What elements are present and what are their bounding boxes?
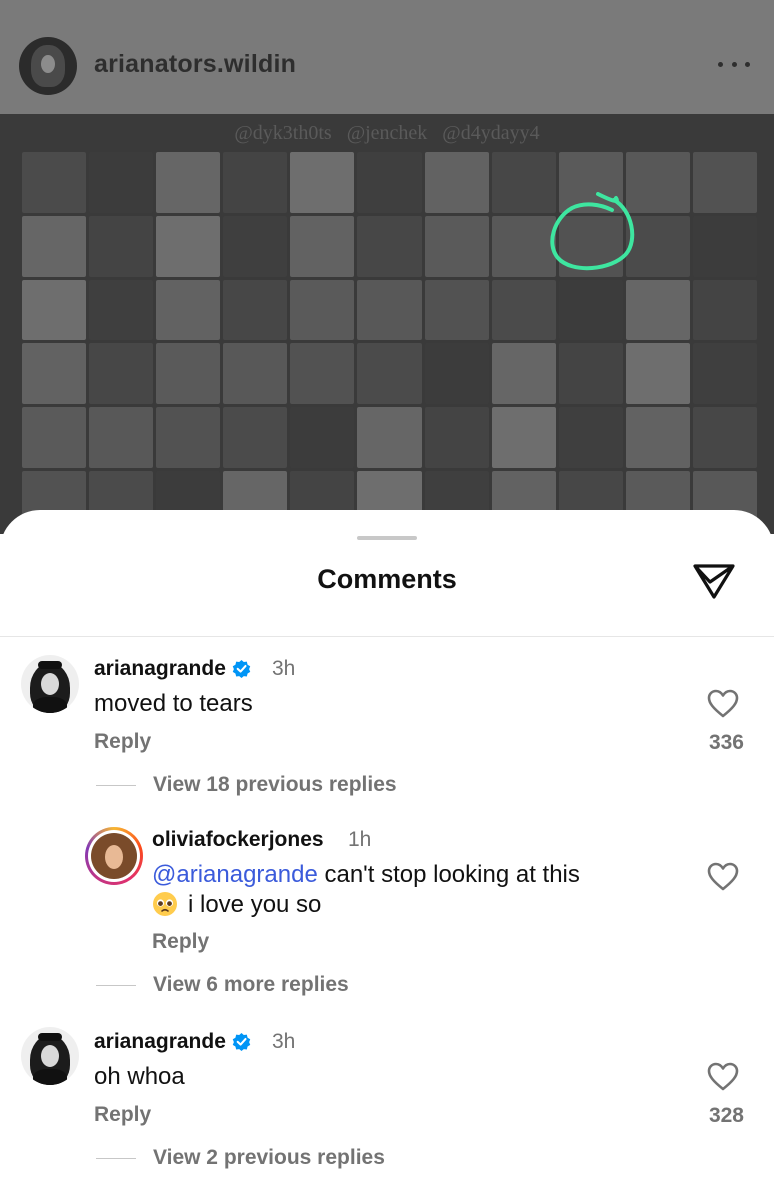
avatar[interactable] — [85, 827, 143, 885]
collage-tile — [692, 407, 757, 469]
collage-tile — [290, 407, 355, 469]
collage-tile — [89, 215, 154, 277]
collage-tile — [223, 279, 288, 341]
collage-tile — [156, 279, 221, 341]
collage-tile — [625, 407, 690, 469]
collage-tile — [156, 407, 221, 469]
collage-tile — [357, 407, 422, 469]
replies-divider — [96, 1158, 136, 1159]
comment-username[interactable]: oliviafockerjones — [152, 828, 324, 852]
comment-username[interactable]: arianagrande — [94, 657, 251, 681]
collage-tile — [89, 407, 154, 469]
collage-tile — [290, 279, 355, 341]
collage-tile — [424, 152, 489, 213]
comment-text: @arianagrande can't stop looking at this — [152, 861, 580, 888]
collage-tile — [491, 215, 556, 277]
collage-tile — [357, 152, 422, 213]
pleading-face-emoji — [153, 892, 177, 916]
post-username[interactable]: arianators.wildin — [94, 50, 296, 79]
share-icon[interactable] — [692, 560, 736, 602]
comment-text-line2: i love you so — [152, 890, 321, 920]
mention-link[interactable]: @arianagrande — [152, 861, 318, 888]
collage-tile — [558, 407, 623, 469]
more-options-icon[interactable] — [718, 52, 750, 76]
like-count: 336 — [708, 731, 744, 754]
verified-badge-icon — [232, 1032, 251, 1051]
collage-tile — [625, 343, 690, 405]
collage-tile — [89, 279, 154, 341]
collage-tile — [223, 152, 288, 213]
avatar[interactable] — [21, 1027, 79, 1085]
reply-button[interactable]: Reply — [94, 730, 151, 754]
collage-tile — [223, 215, 288, 277]
heart-icon[interactable] — [707, 689, 739, 719]
comment-text: oh whoa — [94, 1063, 185, 1090]
comment-text: moved to tears — [94, 690, 253, 717]
comment-time: 1h — [348, 828, 372, 851]
comment-time: 3h — [272, 1030, 296, 1053]
collage-tile — [491, 407, 556, 469]
collage-tile — [692, 279, 757, 341]
reply-button[interactable]: Reply — [152, 930, 209, 954]
collage-tile — [625, 279, 690, 341]
reply-button[interactable]: Reply — [94, 1103, 151, 1127]
collage-tile — [692, 343, 757, 405]
view-replies-button[interactable]: View 6 more replies — [153, 973, 349, 997]
collage-tile — [558, 343, 623, 405]
header-divider — [0, 636, 774, 637]
collage-tile — [692, 152, 757, 213]
collage-tile — [22, 279, 87, 341]
highlight-circle — [550, 192, 635, 271]
view-replies-button[interactable]: View 2 previous replies — [153, 1146, 385, 1170]
collage-tile — [692, 215, 757, 277]
collage-tile — [290, 343, 355, 405]
collage-tile — [156, 215, 221, 277]
comment-username[interactable]: arianagrande — [94, 1030, 251, 1054]
collage-tile — [491, 343, 556, 405]
like-count: 328 — [708, 1104, 744, 1127]
avatar[interactable] — [21, 655, 79, 713]
collage-tile — [156, 343, 221, 405]
heart-icon[interactable] — [707, 1062, 739, 1092]
image-watermark: @dyk3th0ts @jenchek @d4ydayy4 — [234, 122, 540, 144]
collage-tile — [491, 279, 556, 341]
collage-tile — [491, 152, 556, 213]
post-header: arianators.wildin — [0, 0, 774, 114]
collage-tile — [290, 215, 355, 277]
drag-handle[interactable] — [357, 536, 417, 540]
collage-tile — [424, 215, 489, 277]
comments-title: Comments — [317, 564, 457, 594]
collage-tile — [89, 343, 154, 405]
collage-tile — [357, 215, 422, 277]
replies-divider — [96, 785, 136, 786]
replies-divider — [96, 985, 136, 986]
post-author-avatar[interactable] — [19, 37, 77, 95]
collage-tile — [22, 152, 87, 213]
collage-tile — [89, 152, 154, 213]
collage-tile — [22, 407, 87, 469]
collage-tile — [223, 343, 288, 405]
collage-tile — [424, 343, 489, 405]
collage-tile — [558, 279, 623, 341]
collage-tile — [290, 152, 355, 213]
collage-tile — [156, 152, 221, 213]
pet-photo-collage — [22, 152, 757, 532]
verified-badge-icon — [232, 659, 251, 678]
collage-tile — [22, 215, 87, 277]
collage-tile — [223, 407, 288, 469]
comment-time: 3h — [272, 657, 296, 680]
collage-tile — [357, 343, 422, 405]
collage-tile — [424, 407, 489, 469]
collage-tile — [357, 279, 422, 341]
collage-tile — [22, 343, 87, 405]
collage-tile — [424, 279, 489, 341]
view-replies-button[interactable]: View 18 previous replies — [153, 773, 397, 797]
heart-icon[interactable] — [707, 862, 739, 892]
